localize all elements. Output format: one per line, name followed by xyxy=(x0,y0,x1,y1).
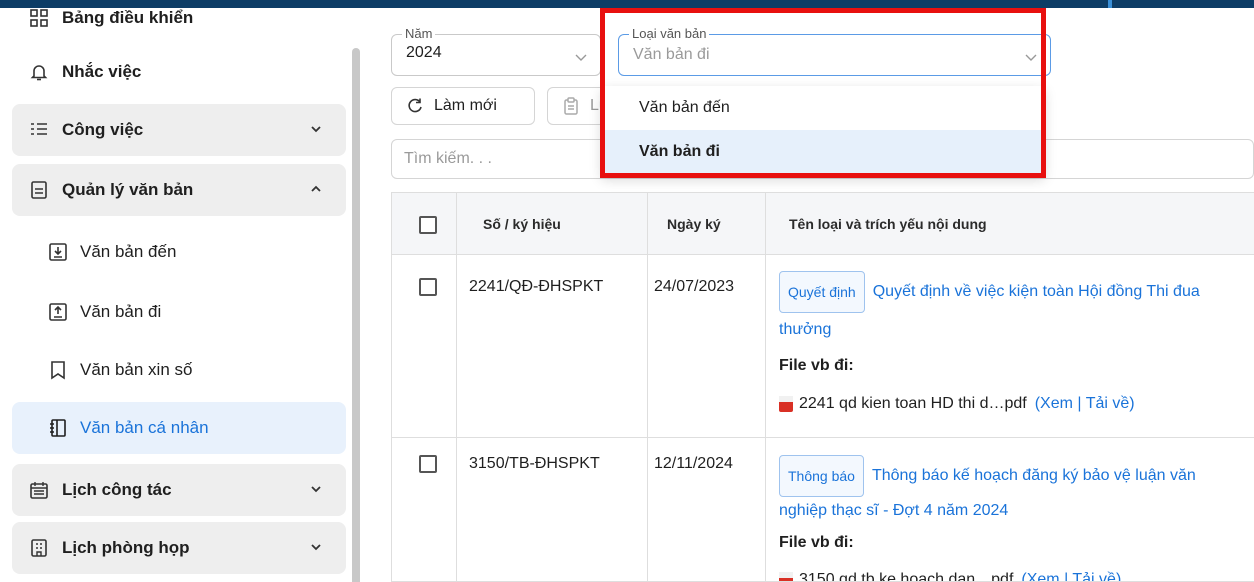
calendar-icon xyxy=(28,479,50,501)
document-summary-link[interactable]: Thông báo kế hoạch đăng ký bảo vệ luận v… xyxy=(872,467,1196,484)
column-header-number: Số / ký hiệu xyxy=(483,216,561,232)
sidebar-item-label: Nhắc việc xyxy=(62,62,142,81)
sidebar-item-work-schedule[interactable]: Lịch công tác xyxy=(12,464,346,516)
doc-type-select-label: Loại văn bản xyxy=(629,26,710,41)
file-label: File vb đi: xyxy=(779,357,854,374)
clipboard-icon xyxy=(564,97,578,115)
bookmark-icon xyxy=(48,360,68,380)
pdf-icon xyxy=(779,396,793,412)
dropdown-option-outgoing[interactable]: Văn bản đi xyxy=(601,130,1045,174)
year-select-label: Năm xyxy=(402,26,436,41)
document-summary: Quyết định Quyết định về việc kiện toàn H… xyxy=(779,271,1254,313)
sidebar-item-label: Lịch công tác xyxy=(62,480,172,499)
pdf-icon xyxy=(779,572,793,581)
file-attachment: 2241 qd kien toan HD thi d…pdf (Xem | Tả… xyxy=(779,395,1135,413)
sidebar-item-label: Lịch phòng họp xyxy=(62,538,190,557)
row-checkbox[interactable] xyxy=(419,455,437,473)
chevron-down-icon xyxy=(311,486,321,493)
inbox-download-icon xyxy=(48,242,68,262)
doc-type-select-value: Văn bản đi xyxy=(633,46,710,63)
documents-table: Số / ký hiệu Ngày ký Tên loại và trích y… xyxy=(391,192,1254,582)
chevron-down-icon xyxy=(1025,54,1037,61)
sidebar-item-reminders[interactable]: Nhắc việc xyxy=(12,46,346,98)
refresh-icon xyxy=(408,98,422,113)
sidebar-subitem-personal[interactable]: Văn bản cá nhân xyxy=(12,402,346,454)
sidebar-subitem-label: Văn bản đến xyxy=(80,242,177,261)
file-attachment: 3150 qd tb ke hoach dan…pdf (Xem | Tải v… xyxy=(779,571,1121,582)
chevron-down-icon xyxy=(311,126,321,133)
document-summary: Thông báo Thông báo kế hoạch đăng ký bảo … xyxy=(779,455,1254,497)
sidebar-item-label: Bảng điều khiển xyxy=(62,8,194,27)
sidebar-item-label: Công việc xyxy=(62,120,144,139)
sidebar-subitem-incoming[interactable]: Văn bản đến xyxy=(12,226,346,278)
document-icon xyxy=(28,179,50,201)
document-number: 2241/QĐ-ĐHSPKT xyxy=(469,278,604,295)
dropdown-option-incoming[interactable]: Văn bản đến xyxy=(601,86,1045,130)
file-actions-link[interactable]: (Xem | Tải về) xyxy=(1035,395,1135,413)
document-summary-link[interactable]: Quyết định về việc kiện toàn Hội đồng Th… xyxy=(873,283,1200,300)
file-name: 3150 qd tb ke hoach dan…pdf xyxy=(799,571,1014,582)
document-number: 3150/TB-ĐHSPKT xyxy=(469,455,600,472)
file-label: File vb đi: xyxy=(779,534,854,551)
sidebar-subitem-label: Văn bản cá nhân xyxy=(80,418,209,437)
sidebar-item-dashboard[interactable]: Bảng điều khiển xyxy=(12,8,346,44)
row-checkbox[interactable] xyxy=(419,278,437,296)
sidebar-item-label: Quản lý văn bản xyxy=(62,180,194,199)
signing-date: 12/11/2024 xyxy=(654,455,733,472)
dashboard-icon xyxy=(28,8,50,29)
bell-icon xyxy=(28,61,50,83)
document-summary-continued[interactable]: nghiệp thạc sĩ - Đợt 4 năm 2024 xyxy=(779,495,1254,527)
signing-date: 24/07/2023 xyxy=(654,278,735,295)
file-actions-link[interactable]: (Xem | Tải về) xyxy=(1021,571,1121,581)
sidebar-subitem-number-request[interactable]: Văn bản xin số xyxy=(12,344,346,396)
building-icon xyxy=(28,537,50,559)
document-summary-continued[interactable]: thưởng xyxy=(779,314,1254,346)
sidebar-item-meeting-rooms[interactable]: Lịch phòng họp xyxy=(12,522,346,574)
select-all-checkbox[interactable] xyxy=(419,216,437,234)
refresh-button[interactable]: Làm mới xyxy=(391,87,535,125)
sidebar-item-tasks[interactable]: Công việc xyxy=(12,104,346,156)
column-header-date: Ngày ký xyxy=(667,216,721,232)
document-type-tag[interactable]: Thông báo xyxy=(779,455,864,497)
task-list-icon xyxy=(28,119,50,141)
chevron-down-icon xyxy=(575,54,587,61)
file-name: 2241 qd kien toan HD thi d…pdf xyxy=(799,395,1027,412)
column-header-summary: Tên loại và trích yếu nội dung xyxy=(789,216,987,232)
year-select[interactable]: Năm 2024 xyxy=(391,26,601,76)
outbox-upload-icon xyxy=(48,302,68,322)
sidebar-subitem-label: Văn bản xin số xyxy=(80,360,193,379)
chevron-down-icon xyxy=(311,544,321,551)
doc-type-dropdown-menu: Văn bản đến Văn bản đi xyxy=(601,86,1045,176)
year-select-value: 2024 xyxy=(406,44,442,61)
notebook-icon xyxy=(48,418,68,438)
refresh-button-label: Làm mới xyxy=(434,97,497,114)
doc-type-select[interactable]: Loại văn bản Văn bản đi xyxy=(618,26,1051,76)
sidebar-scrollbar[interactable] xyxy=(352,48,360,582)
sidebar-item-document-management[interactable]: Quản lý văn bản xyxy=(12,164,346,216)
sidebar: Bảng điều khiển Nhắc việc Công việc Quản… xyxy=(0,8,362,582)
top-bar xyxy=(0,0,1254,8)
document-type-tag[interactable]: Quyết định xyxy=(779,271,865,313)
sidebar-subitem-label: Văn bản đi xyxy=(80,302,162,321)
sidebar-subitem-outgoing[interactable]: Văn bản đi xyxy=(12,286,346,338)
chevron-up-icon xyxy=(311,185,321,192)
